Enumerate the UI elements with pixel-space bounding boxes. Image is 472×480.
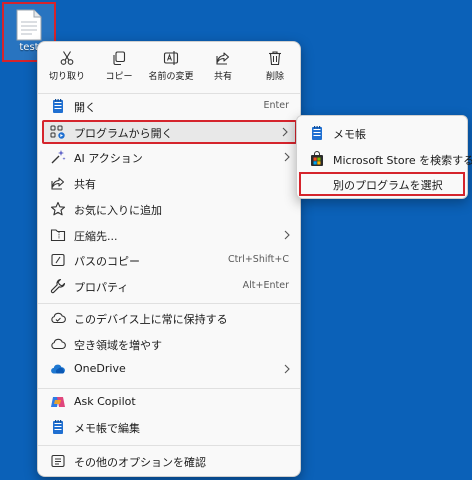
divider xyxy=(38,303,300,304)
context-menu: 切り取り コピー 名前の変更 共有 削除 開く Enter プログラムから開く … xyxy=(37,41,301,477)
sparkle-wand-icon xyxy=(51,150,66,164)
chevron-right-icon xyxy=(284,152,290,162)
rename-label: 名前の変更 xyxy=(148,72,194,82)
cut-button[interactable]: 切り取り xyxy=(48,50,86,90)
menu-item-copy-path-label: パスのコピー xyxy=(74,255,140,268)
cloud-check-icon xyxy=(51,312,66,324)
zip-folder-icon xyxy=(50,229,66,242)
copy-icon xyxy=(113,51,126,66)
open-with-icon xyxy=(50,125,65,139)
menu-item-open-shortcut: Enter xyxy=(263,100,290,111)
rename-button[interactable]: 名前の変更 xyxy=(144,50,198,90)
menu-item-copy-path[interactable]: パスのコピー Ctrl+Shift+C xyxy=(42,248,297,272)
notepad-icon xyxy=(53,99,63,113)
copy-label: コピー xyxy=(105,72,133,82)
submenu-item-store-search-label: Microsoft Store を検索する xyxy=(333,154,472,167)
menu-item-edit-notepad-label: メモ帳で編集 xyxy=(74,422,140,435)
wrench-icon xyxy=(50,278,66,294)
menu-item-open[interactable]: 開く Enter xyxy=(42,94,297,118)
star-icon xyxy=(50,201,66,216)
trash-icon xyxy=(269,51,281,66)
share-label-toolbar: 共有 xyxy=(213,72,232,82)
menu-item-properties-shortcut: Alt+Enter xyxy=(242,280,289,291)
menu-item-edit-notepad[interactable]: メモ帳で編集 xyxy=(42,415,297,439)
submenu-item-notepad-label: メモ帳 xyxy=(333,128,366,141)
rename-icon xyxy=(163,51,179,65)
menu-item-keep-on-device[interactable]: このデバイス上に常に保持する xyxy=(42,306,297,330)
cut-label: 切り取り xyxy=(48,72,85,82)
share-button-toolbar[interactable]: 共有 xyxy=(208,50,238,90)
menu-item-open-label: 開く xyxy=(74,101,96,114)
cloud-icon xyxy=(51,338,66,350)
share-icon xyxy=(51,177,65,190)
submenu-item-store-search[interactable]: Microsoft Store を検索する xyxy=(299,147,472,171)
text-file-icon xyxy=(16,9,42,41)
menu-item-properties[interactable]: プロパティ Alt+Enter xyxy=(42,274,297,298)
menu-item-ask-copilot-label: Ask Copilot xyxy=(74,395,136,408)
menu-item-share-label: 共有 xyxy=(74,178,96,191)
menu-item-keep-on-device-label: このデバイス上に常に保持する xyxy=(74,313,228,326)
menu-item-ai-action-label: AI アクション xyxy=(74,152,143,165)
chevron-right-icon xyxy=(284,230,290,240)
menu-item-add-favorite[interactable]: お気に入りに追加 xyxy=(42,197,297,221)
menu-item-more-options-label: その他のオプションを確認 xyxy=(74,456,206,469)
menu-item-open-with[interactable]: プログラムから開く xyxy=(42,120,297,144)
menu-item-copy-path-shortcut: Ctrl+Shift+C xyxy=(227,254,289,265)
menu-item-open-with-label: プログラムから開く xyxy=(74,127,173,140)
copy-path-icon xyxy=(51,253,65,267)
onedrive-icon xyxy=(51,364,65,374)
menu-item-onedrive-label: OneDrive xyxy=(74,362,126,375)
share-icon xyxy=(216,52,230,65)
microsoft-store-icon xyxy=(311,151,323,166)
notepad-icon xyxy=(53,420,63,434)
menu-item-add-favorite-label: お気に入りに追加 xyxy=(74,204,162,217)
menu-item-ask-copilot[interactable]: Ask Copilot xyxy=(42,390,297,414)
menu-item-more-options[interactable]: その他のオプションを確認 xyxy=(42,449,297,473)
menu-item-onedrive[interactable]: OneDrive xyxy=(42,357,297,381)
menu-item-ai-action[interactable]: AI アクション xyxy=(42,145,297,169)
delete-label: 削除 xyxy=(265,72,284,82)
copy-button[interactable]: コピー xyxy=(102,50,136,90)
open-with-submenu: メモ帳 Microsoft Store を検索する 別のプログラムを選択 xyxy=(296,115,472,199)
menu-item-free-space-label: 空き領域を増やす xyxy=(74,339,162,352)
notepad-icon xyxy=(312,126,322,140)
menu-item-compress-label: 圧縮先... xyxy=(74,230,118,243)
menu-item-properties-label: プロパティ xyxy=(74,281,129,294)
copilot-icon xyxy=(51,397,65,407)
scissors-icon xyxy=(60,51,74,65)
divider xyxy=(38,388,300,389)
chevron-right-icon xyxy=(282,127,288,137)
submenu-item-notepad[interactable]: メモ帳 xyxy=(299,121,465,145)
divider xyxy=(38,445,300,446)
desktop-file-label: test xyxy=(19,42,39,53)
menu-item-free-space[interactable]: 空き領域を増やす xyxy=(42,332,297,356)
menu-toolbar: 切り取り コピー 名前の変更 共有 削除 xyxy=(38,42,300,90)
submenu-item-choose-program-label: 別のプログラムを選択 xyxy=(333,179,443,192)
more-options-icon xyxy=(51,454,65,468)
menu-item-share[interactable]: 共有 xyxy=(42,171,297,195)
submenu-item-choose-program[interactable]: 別のプログラムを選択 xyxy=(299,172,465,196)
menu-item-compress[interactable]: 圧縮先... xyxy=(42,223,297,247)
chevron-right-icon xyxy=(284,364,290,374)
delete-button[interactable]: 削除 xyxy=(260,50,290,90)
